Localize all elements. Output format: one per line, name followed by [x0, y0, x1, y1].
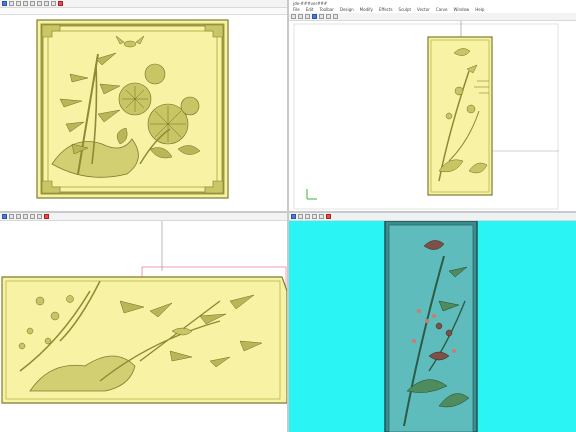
- menu-vector[interactable]: Vector: [417, 7, 430, 12]
- render-icon[interactable]: [333, 14, 338, 19]
- fit-view-icon[interactable]: [326, 14, 331, 19]
- select-tool-icon[interactable]: [2, 1, 7, 6]
- toolbar-top-left: [0, 0, 287, 8]
- toolbar-bottom-left: [0, 213, 287, 221]
- new-file-icon[interactable]: [291, 14, 296, 19]
- axis-gizmo-icon: [306, 189, 317, 200]
- rotate-tool-icon[interactable]: [305, 214, 310, 219]
- fit-view-icon[interactable]: [312, 214, 317, 219]
- menu-file[interactable]: File: [293, 7, 300, 12]
- menu-effects[interactable]: Effects: [379, 7, 393, 12]
- relief-panel-tall: [293, 21, 559, 210]
- close-view-icon[interactable]: [44, 214, 49, 219]
- select-tool-icon[interactable]: [291, 214, 296, 219]
- zoom-tool-icon[interactable]: [319, 14, 324, 19]
- menu-carve[interactable]: Carve: [436, 7, 448, 12]
- viewport-top-right[interactable]: jde-###ver### File Edit Toolbar Design M…: [289, 0, 576, 213]
- relief-panel-shaded: [384, 221, 478, 432]
- pan-tool-icon[interactable]: [23, 1, 28, 6]
- viewport-top-left[interactable]: [0, 0, 287, 213]
- close-view-icon[interactable]: [58, 1, 63, 6]
- relief-panel-wide: [1, 221, 287, 404]
- grid-toggle-icon[interactable]: [44, 1, 49, 6]
- shading-icon[interactable]: [319, 214, 324, 219]
- close-view-icon[interactable]: [326, 214, 331, 219]
- select-tool-icon[interactable]: [312, 14, 317, 19]
- zoom-tool-icon[interactable]: [298, 214, 303, 219]
- zoom-tool-icon[interactable]: [16, 1, 21, 6]
- fit-view-icon[interactable]: [37, 1, 42, 6]
- toolbar-bottom-right: [289, 213, 576, 221]
- relief-panel-square: [36, 19, 229, 199]
- rotate-tool-icon[interactable]: [30, 1, 35, 6]
- viewport-divider-vertical[interactable]: [287, 0, 289, 432]
- snap-toggle-icon[interactable]: [51, 1, 56, 6]
- move-tool-icon[interactable]: [9, 1, 14, 6]
- menu-modify[interactable]: Modify: [360, 7, 373, 12]
- rotate-tool-icon[interactable]: [30, 214, 35, 219]
- pan-tool-icon[interactable]: [23, 214, 28, 219]
- viewport-bottom-left[interactable]: [0, 213, 287, 432]
- viewport-bottom-right[interactable]: [289, 213, 576, 432]
- viewport-divider-horizontal[interactable]: [0, 211, 576, 213]
- select-tool-icon[interactable]: [2, 214, 7, 219]
- fit-view-icon[interactable]: [37, 214, 42, 219]
- move-tool-icon[interactable]: [9, 214, 14, 219]
- main-menu: File Edit Toolbar Design Modify Effects …: [289, 6, 576, 13]
- zoom-tool-icon[interactable]: [16, 214, 21, 219]
- menu-toolbar[interactable]: Toolbar: [319, 7, 333, 12]
- menu-design[interactable]: Design: [340, 7, 354, 12]
- save-file-icon[interactable]: [305, 14, 310, 19]
- open-file-icon[interactable]: [298, 14, 303, 19]
- toolbar-top-right: [289, 13, 576, 21]
- menu-help[interactable]: Help: [475, 7, 484, 12]
- menu-edit[interactable]: Edit: [306, 7, 314, 12]
- menu-window[interactable]: Window: [454, 7, 470, 12]
- menu-sculpt[interactable]: Sculpt: [399, 7, 412, 12]
